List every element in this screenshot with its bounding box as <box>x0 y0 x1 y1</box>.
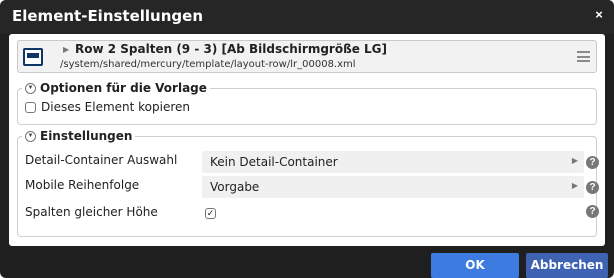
equal-height-checkbox[interactable]: ✓ <box>205 208 216 219</box>
mobile-order-value: Vorgabe <box>210 180 260 194</box>
mobile-order-label: Mobile Reihenfolge <box>25 178 140 192</box>
copy-element-checkbox[interactable] <box>25 102 36 113</box>
collapse-toggle-icon[interactable]: ▼ <box>25 82 36 94</box>
cancel-button[interactable]: Abbrechen <box>526 253 608 278</box>
detail-container-select[interactable]: Kein Detail-Container ▶ <box>202 151 584 173</box>
hamburger-menu-icon[interactable] <box>577 51 590 62</box>
menu-line <box>577 60 590 62</box>
expand-caret-icon[interactable]: ▶ <box>63 45 69 54</box>
settings-title: Einstellungen <box>40 129 133 143</box>
menu-line <box>577 51 590 53</box>
dropdown-arrow-icon: ▶ <box>571 181 578 190</box>
element-settings-dialog: Element-Einstellungen × ▶ Row 2 Spalten … <box>0 0 614 278</box>
copy-element-label[interactable]: Dieses Element kopieren <box>41 100 190 114</box>
dialog-content: ▶ Row 2 Spalten (9 - 3) [Ab Bildschirmgr… <box>9 34 605 246</box>
template-options-fieldset: ▼ Optionen für die Vorlage Dieses Elemen… <box>17 81 597 125</box>
equal-height-label: Spalten gleicher Höhe <box>25 205 158 219</box>
element-header: ▶ Row 2 Spalten (9 - 3) [Ab Bildschirmgr… <box>17 40 597 73</box>
help-icon[interactable]: ? <box>586 181 599 194</box>
help-icon[interactable]: ? <box>586 156 599 169</box>
help-icon[interactable]: ? <box>586 205 599 218</box>
element-path: /system/shared/mercury/template/layout-r… <box>60 59 356 70</box>
mobile-order-select[interactable]: Vorgabe ▶ <box>202 176 584 198</box>
row-layout-icon-bar <box>27 53 39 58</box>
ok-button[interactable]: OK <box>431 253 519 278</box>
dialog-titlebar[interactable]: Element-Einstellungen × <box>0 0 614 34</box>
dropdown-arrow-icon: ▶ <box>571 156 578 165</box>
detail-container-value: Kein Detail-Container <box>210 155 338 169</box>
template-options-title: Optionen für die Vorlage <box>40 81 207 95</box>
dialog-title: Element-Einstellungen <box>12 7 204 25</box>
menu-line <box>577 55 590 58</box>
detail-container-label: Detail-Container Auswahl <box>25 153 178 167</box>
settings-legend[interactable]: ▼ Einstellungen <box>22 129 136 143</box>
template-options-legend[interactable]: ▼ Optionen für die Vorlage <box>22 81 210 95</box>
row-layout-icon <box>23 48 43 66</box>
settings-fieldset: ▼ Einstellungen Detail-Container Auswahl… <box>17 129 599 237</box>
collapse-toggle-icon[interactable]: ▼ <box>25 130 36 142</box>
element-title: Row 2 Spalten (9 - 3) [Ab Bildschirmgröß… <box>75 42 388 56</box>
close-icon[interactable]: × <box>592 8 606 22</box>
